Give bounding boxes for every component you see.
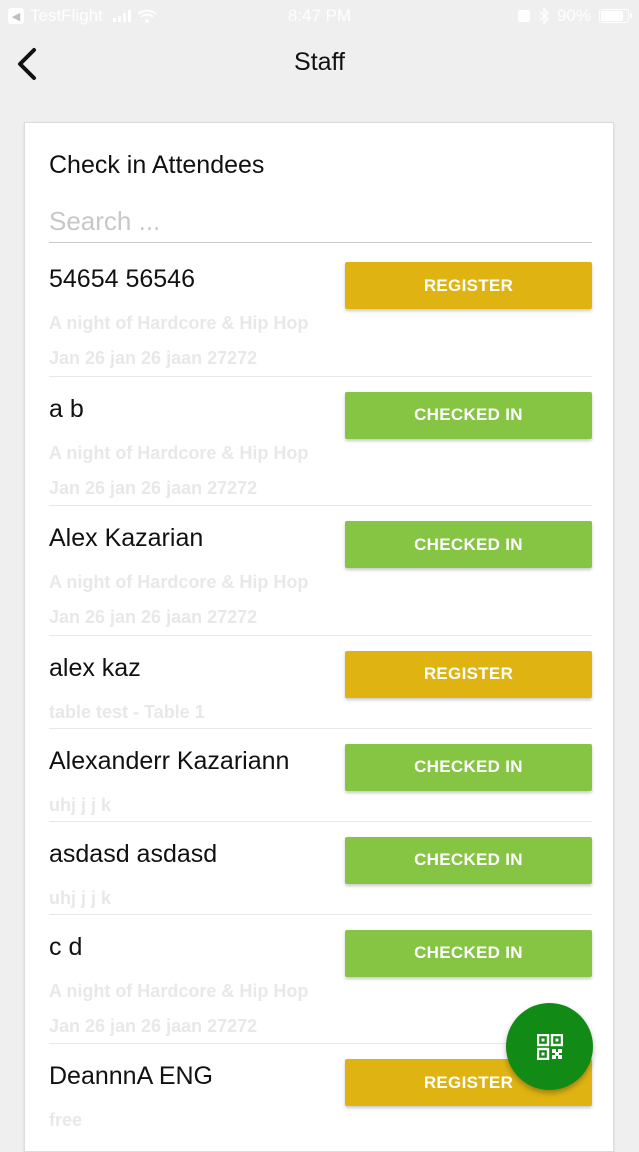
attendee-row: 54654 56546 A night of Hardcore & Hip Hop… bbox=[49, 247, 592, 377]
attendee-name: c d bbox=[49, 932, 83, 961]
attendee-event: A night of Hardcore & Hip Hop bbox=[49, 980, 309, 1001]
checked-in-button[interactable]: CHECKED IN bbox=[345, 391, 592, 439]
attendee-name: 54654 56546 bbox=[49, 265, 195, 293]
attendee-event: uhj j j k bbox=[49, 887, 112, 908]
attendee-list: 54654 56546 A night of Hardcore & Hip Hop… bbox=[49, 247, 592, 1137]
attendee-name: alex kaz bbox=[49, 653, 141, 682]
battery-percent: 90% bbox=[556, 6, 591, 25]
attendee-event: table test - Table 1 bbox=[49, 701, 205, 722]
attendee-event: A night of Hardcore & Hip Hop bbox=[49, 572, 309, 592]
checked-in-button[interactable]: CHECKED IN bbox=[345, 836, 592, 884]
page-title: Staff bbox=[294, 48, 345, 76]
scan-qr-button[interactable] bbox=[506, 1003, 593, 1090]
attendee-name: Alex Kazarian bbox=[49, 524, 204, 552]
checked-in-button[interactable]: CHECKED IN bbox=[345, 743, 592, 791]
attendee-event: uhj j j k bbox=[49, 794, 112, 815]
search-input[interactable] bbox=[49, 201, 592, 243]
attendee-date: Jan 26 jan 26 jaan 27272 bbox=[49, 1015, 258, 1036]
card-title: Check in Attendees bbox=[49, 151, 265, 179]
battery-fill bbox=[601, 11, 623, 21]
attendee-date: Jan 26 jan 26 jaan 27272 bbox=[49, 477, 258, 498]
attendee-event: free bbox=[49, 1110, 83, 1130]
qr-code-icon bbox=[536, 1033, 563, 1060]
attendee-event: A night of Hardcore & Hip Hop bbox=[49, 442, 309, 463]
attendee-event: A night of Hardcore & Hip Hop bbox=[49, 313, 309, 333]
nav-bar: Staff bbox=[0, 32, 639, 96]
attendee-name: a b bbox=[49, 394, 84, 423]
checked-in-button[interactable]: CHECKED IN bbox=[345, 929, 592, 977]
register-button[interactable]: REGISTER bbox=[345, 262, 592, 309]
orientation-lock-icon bbox=[517, 10, 530, 22]
attendee-row: Alex Kazarian A night of Hardcore & Hip H… bbox=[49, 506, 592, 636]
battery-icon bbox=[599, 9, 632, 23]
check-in-card: Check in Attendees 54654 56546 A night of… bbox=[24, 122, 614, 1152]
attendee-row: Alexanderr Kazariann uhj j j k CHECKED IN bbox=[49, 729, 592, 822]
attendee-date: Jan 26 jan 26 jaan 27272 bbox=[49, 348, 258, 368]
bluetooth-icon bbox=[539, 8, 549, 24]
attendee-name: Alexanderr Kazariann bbox=[49, 746, 290, 775]
register-button[interactable]: REGISTER bbox=[345, 650, 592, 698]
status-right: 90% bbox=[517, 6, 632, 26]
attendee-row: alex kaz table test - Table 1 REGISTER bbox=[49, 636, 592, 729]
checked-in-button[interactable]: CHECKED IN bbox=[345, 521, 592, 568]
attendee-date: Jan 26 jan 26 jaan 27272 bbox=[49, 607, 258, 627]
attendee-name: asdasd asdasd bbox=[49, 839, 218, 868]
attendee-row: asdasd asdasd uhj j j k CHECKED IN bbox=[49, 822, 592, 915]
attendee-name: DeannnA ENG bbox=[49, 1062, 213, 1090]
status-bar: ◀ TestFlight 8:47 PM 90% bbox=[0, 0, 639, 32]
attendee-row: a b A night of Hardcore & Hip Hop Jan 26 j… bbox=[49, 377, 592, 506]
